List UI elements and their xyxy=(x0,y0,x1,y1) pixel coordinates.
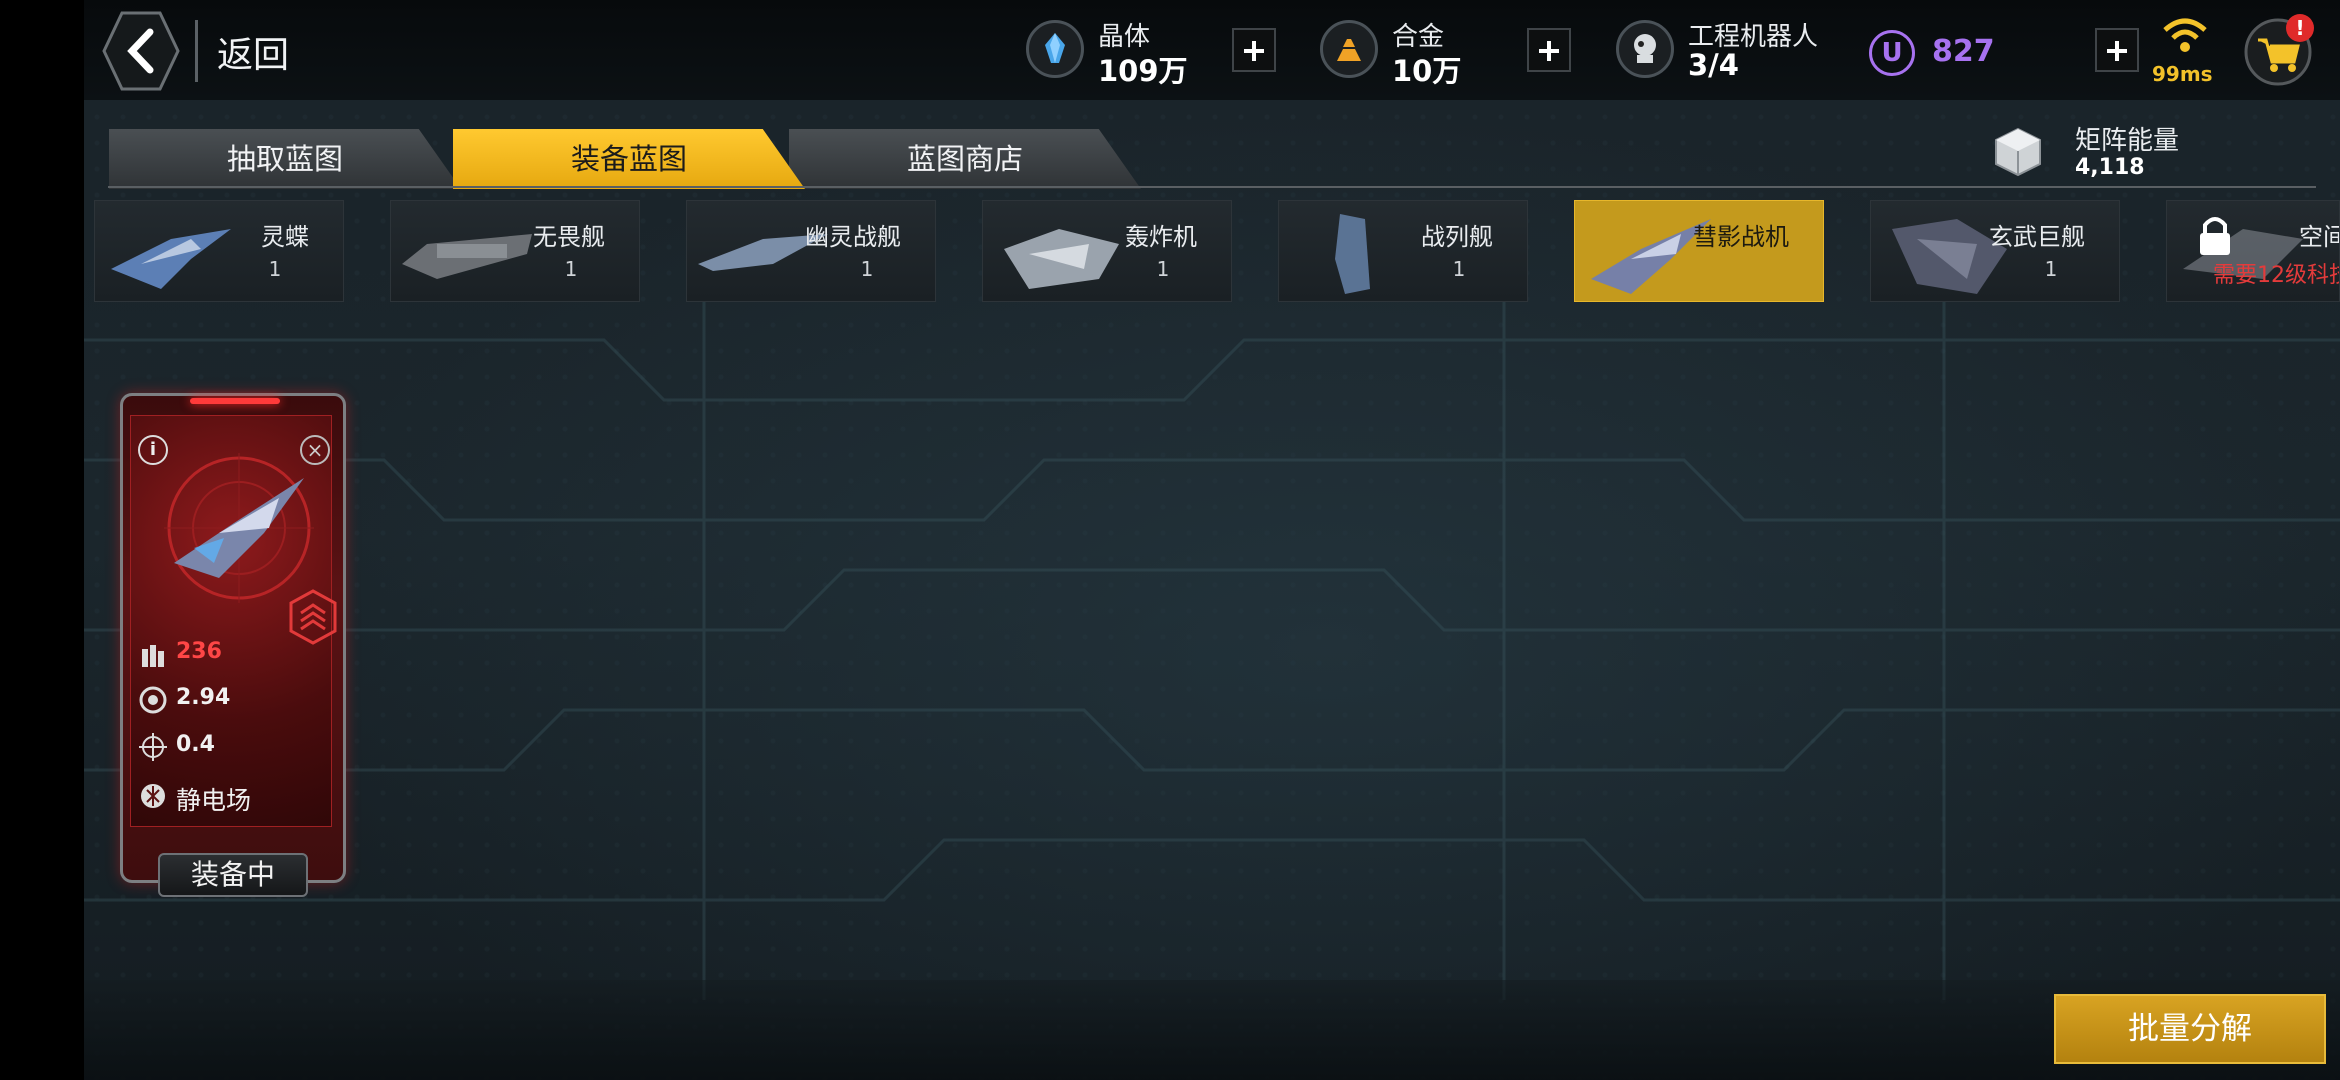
bottom-bar xyxy=(84,980,2340,1080)
tab-draw-blueprint[interactable]: 抽取蓝图 xyxy=(109,129,461,189)
equipped-status: 装备中 xyxy=(158,853,308,897)
shop-cart-button[interactable]: ! xyxy=(2242,14,2314,86)
ammo-icon xyxy=(142,645,164,667)
crosshair-icon xyxy=(139,733,167,761)
stat-ammo-value: 236 xyxy=(176,639,222,664)
robot-value: 3/4 xyxy=(1688,48,1739,82)
rate-icon xyxy=(139,686,167,714)
ship-name: 空间 xyxy=(2299,223,2339,251)
ship-count: 1 xyxy=(1452,257,1466,281)
ship-count: 1 xyxy=(1156,257,1170,281)
ship-item-locked[interactable]: 空间 需要12级科技 xyxy=(2166,200,2340,302)
blueprint-card[interactable]: i × 236 2.94 0.4 静电场 装备中 xyxy=(120,393,346,899)
ship-name: 轰炸机 xyxy=(1125,223,1197,251)
ship-item-bomber[interactable]: 轰炸机 1 xyxy=(982,200,1232,302)
back-label[interactable]: 返回 xyxy=(217,26,289,78)
tab-underline xyxy=(108,186,2316,188)
robot-resource: 工程机器人 3/4 xyxy=(1616,14,1836,86)
ship-wuweijian-icon xyxy=(402,234,532,279)
ship-name: 无畏舰 xyxy=(533,223,605,251)
stat-rate-value: 2.94 xyxy=(176,685,231,710)
ship-item-battleship[interactable]: 战列舰 1 xyxy=(1278,200,1528,302)
ship-count: 1 xyxy=(268,257,282,281)
ship-name: 幽灵战舰 xyxy=(805,223,901,251)
ship-item-wuweijian[interactable]: 无畏舰 1 xyxy=(390,200,640,302)
ship-item-huiying[interactable]: 彗影战机 xyxy=(1574,200,1824,302)
matrix-energy-name: 矩阵能量 xyxy=(2075,126,2180,156)
tab-equip-blueprint[interactable]: 装备蓝图 xyxy=(453,129,805,189)
alloy-add-button[interactable] xyxy=(1527,28,1571,72)
matrix-energy-value: 4,118 xyxy=(2075,155,2145,180)
circuit-background xyxy=(84,300,2340,1000)
cart-alert-badge: ! xyxy=(2286,14,2314,42)
ship-item-xuanwu[interactable]: 玄武巨舰 1 xyxy=(1870,200,2120,302)
stat-ammo: 236 xyxy=(138,637,338,671)
back-button[interactable] xyxy=(102,10,180,92)
matrix-energy-icon xyxy=(1995,127,2041,177)
stat-skill-value: 静电场 xyxy=(176,786,252,815)
ship-count: 1 xyxy=(2044,257,2058,281)
wifi-icon xyxy=(2163,18,2207,52)
ship-type-strip: 灵蝶 1 无畏舰 1 幽灵战舰 1 轰炸机 1 战列舰 1 彗影战机 玄武巨舰 … xyxy=(94,200,2340,304)
ship-name: 战列舰 xyxy=(1421,223,1493,251)
robot-icon xyxy=(1616,20,1674,78)
crystal-value: 109万 xyxy=(1098,54,1188,88)
ship-name: 玄武巨舰 xyxy=(1989,223,2085,251)
alloy-value: 10万 xyxy=(1392,54,1462,88)
ship-item-lingdie[interactable]: 灵蝶 1 xyxy=(94,200,344,302)
top-bar: 返回 晶体 109万 合金 10万 工程机器人 3/4 U 827 99ms ! xyxy=(84,0,2340,100)
u-coin-add-button[interactable] xyxy=(2095,28,2139,72)
ship-lingdie-icon xyxy=(111,229,231,289)
lock-icon xyxy=(2200,217,2230,255)
ship-lock-text: 需要12级科技 xyxy=(2213,263,2340,288)
stat-skill: 静电场 xyxy=(138,779,338,815)
ship-battleship-icon xyxy=(1335,214,1370,294)
ship-preview-icon xyxy=(164,453,314,603)
static-field-icon xyxy=(141,784,165,808)
back-arrow-icon xyxy=(102,11,180,91)
crystal-icon xyxy=(1026,20,1084,78)
batch-dismantle-button[interactable]: 批量分解 xyxy=(2054,994,2326,1064)
alloy-resource: 合金 10万 xyxy=(1320,14,1470,88)
stat-rate: 2.94 xyxy=(138,683,338,717)
ship-count: 1 xyxy=(564,257,578,281)
ship-item-youling[interactable]: 幽灵战舰 1 xyxy=(686,200,936,302)
stat-accuracy-value: 0.4 xyxy=(176,732,215,757)
ping-value: 99ms xyxy=(2152,62,2213,86)
alloy-icon xyxy=(1320,20,1378,78)
ship-bomber-icon xyxy=(1004,229,1119,289)
crystal-resource: 晶体 109万 xyxy=(1026,14,1188,88)
card-top-glow xyxy=(190,398,280,404)
u-coin-icon: U xyxy=(1869,30,1915,76)
back-divider xyxy=(195,20,198,82)
ship-name: 灵蝶 xyxy=(261,223,309,251)
tab-blueprint-shop[interactable]: 蓝图商店 xyxy=(789,129,1141,189)
u-coin-value: 827 xyxy=(1932,34,1995,69)
stat-accuracy: 0.4 xyxy=(138,730,338,764)
ship-name: 彗影战机 xyxy=(1693,223,1789,251)
ship-count: 1 xyxy=(860,257,874,281)
crystal-add-button[interactable] xyxy=(1232,28,1276,72)
game-screen: 返回 晶体 109万 合金 10万 工程机器人 3/4 U 827 99ms !… xyxy=(84,0,2340,1080)
